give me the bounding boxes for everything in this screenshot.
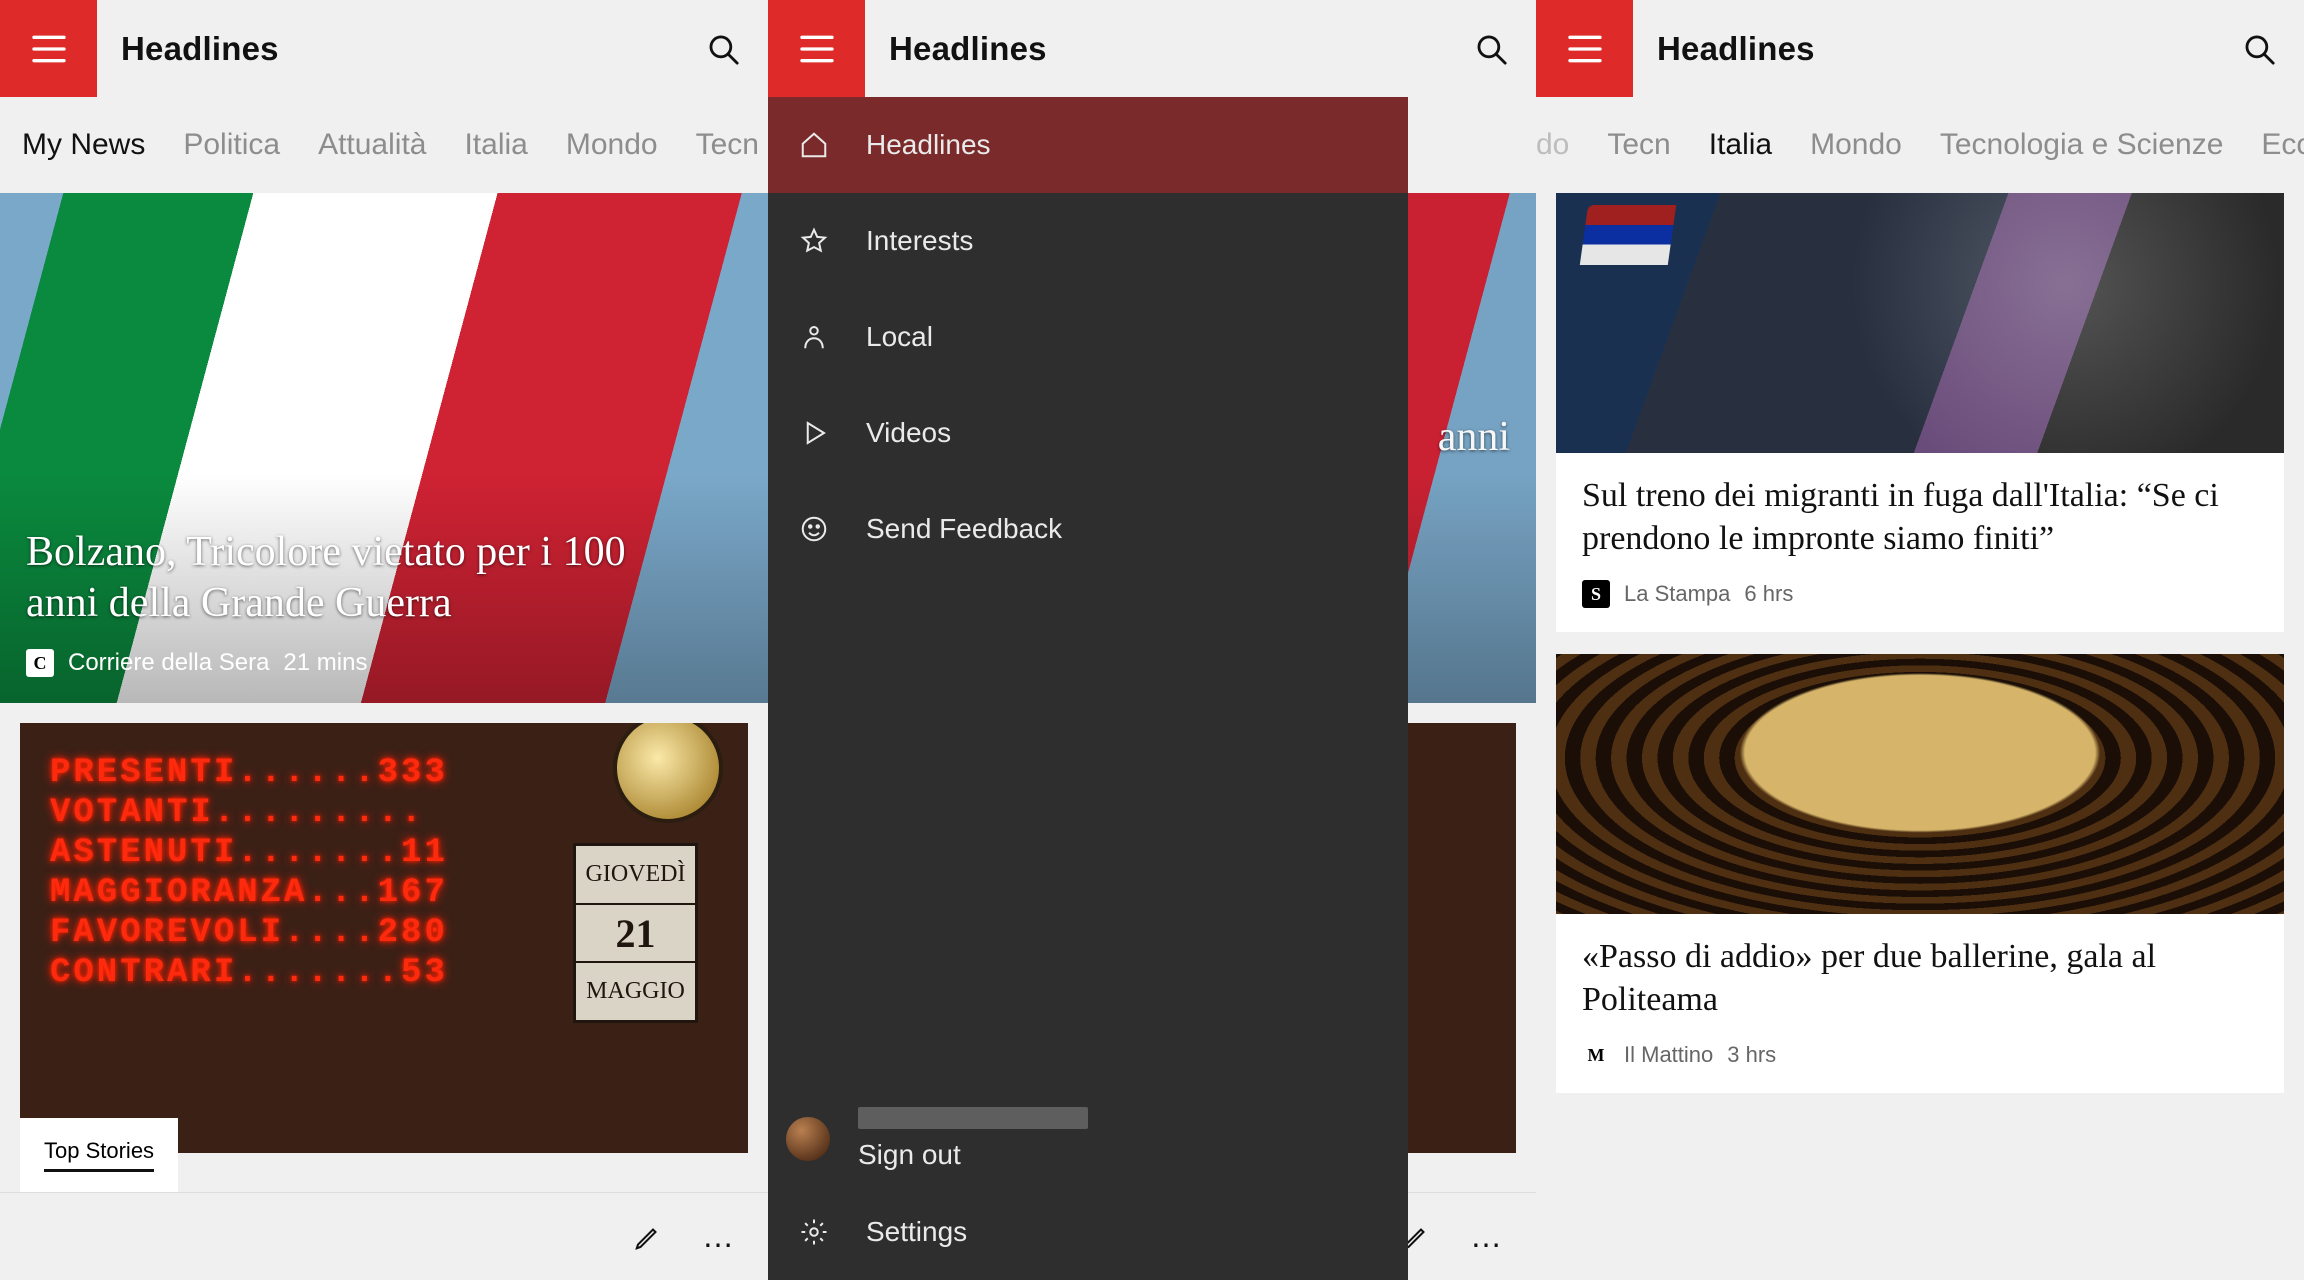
tab-strip: My News Politica Attualità Italia Mondo … bbox=[0, 97, 768, 193]
tab-strip: do Tecn Italia Mondo Tecnologia e Scienz… bbox=[1536, 97, 2304, 193]
more-button[interactable]: … bbox=[702, 1218, 738, 1255]
tab-tecn[interactable]: Tecn bbox=[1607, 128, 1670, 162]
panel-middle: Headlines anni Headlines Interests Local bbox=[768, 0, 1536, 1280]
tab-italia[interactable]: Italia bbox=[464, 128, 527, 162]
tab-tecnologia-scienze[interactable]: Tecnologia e Scienze bbox=[1940, 128, 2224, 162]
calendar-day: 21 bbox=[576, 905, 695, 964]
source-icon: C bbox=[26, 649, 54, 677]
clock-decor bbox=[613, 723, 723, 823]
panel-left: Headlines My News Politica Attualità Ita… bbox=[0, 0, 768, 1280]
news-card[interactable]: Sul treno dei migranti in fuga dall'Ital… bbox=[1556, 193, 2284, 632]
tab-politica[interactable]: Politica bbox=[183, 128, 280, 162]
tab-mondo[interactable]: Mondo bbox=[566, 128, 658, 162]
nav-label: Settings bbox=[866, 1216, 967, 1248]
card-title: Sul treno dei migranti in fuga dall'Ital… bbox=[1582, 475, 2258, 560]
calendar-dow: GIOVEDÌ bbox=[576, 846, 695, 905]
search-button[interactable] bbox=[1446, 0, 1536, 97]
home-icon bbox=[796, 130, 832, 160]
nav-label: Interests bbox=[866, 225, 973, 257]
card-meta: M Il Mattino 3 hrs bbox=[1582, 1041, 2258, 1069]
top-bar: Headlines bbox=[0, 0, 768, 97]
hamburger-icon bbox=[1565, 29, 1605, 69]
source-icon: M bbox=[1582, 1041, 1610, 1069]
nav-settings[interactable]: Settings bbox=[768, 1184, 1408, 1280]
hamburger-button[interactable] bbox=[1536, 0, 1633, 97]
card-image bbox=[1556, 654, 2284, 914]
hero-meta: C Corriere della Sera 21 mins bbox=[26, 649, 742, 677]
app-title: Headlines bbox=[1633, 30, 2214, 68]
search-button[interactable] bbox=[678, 0, 768, 97]
search-icon bbox=[2242, 32, 2276, 66]
pencil-icon bbox=[633, 1222, 663, 1252]
nav-drawer: Headlines Interests Local Videos Send Fe… bbox=[768, 97, 1408, 1280]
local-icon bbox=[796, 322, 832, 352]
hero-title: Bolzano, Tricolore vietato per i 100 ann… bbox=[26, 527, 685, 629]
card-meta: S La Stampa 6 hrs bbox=[1582, 580, 2258, 608]
search-icon bbox=[706, 32, 740, 66]
tab-mondo[interactable]: Mondo bbox=[1810, 128, 1902, 162]
article-vote-board[interactable]: PRESENTI......333 VOTANTI......... ASTEN… bbox=[20, 723, 748, 1153]
play-icon bbox=[796, 418, 832, 448]
card-source: Il Mattino bbox=[1624, 1042, 1713, 1068]
tab-my-news[interactable]: My News bbox=[22, 128, 145, 162]
nav-user-row[interactable]: Sign out bbox=[768, 1094, 1408, 1184]
app-title: Headlines bbox=[97, 30, 678, 68]
hamburger-icon bbox=[29, 29, 69, 69]
avatar bbox=[786, 1117, 830, 1161]
star-icon bbox=[796, 226, 832, 256]
sign-out-link[interactable]: Sign out bbox=[858, 1139, 1088, 1171]
top-bar: Headlines bbox=[768, 0, 1536, 97]
more-button[interactable]: … bbox=[1470, 1218, 1506, 1255]
nav-label: Videos bbox=[866, 417, 951, 449]
smile-icon bbox=[796, 514, 832, 544]
hero-source: Corriere della Sera bbox=[68, 649, 269, 677]
bottom-bar: … bbox=[0, 1192, 768, 1280]
news-card[interactable]: «Passo di addio» per due ballerine, gala… bbox=[1556, 654, 2284, 1093]
source-icon: S bbox=[1582, 580, 1610, 608]
nav-label: Local bbox=[866, 321, 933, 353]
hero-age: 21 mins bbox=[283, 649, 367, 677]
card-list: Sul treno dei migranti in fuga dall'Ital… bbox=[1536, 193, 2304, 1093]
nav-videos[interactable]: Videos bbox=[768, 385, 1408, 481]
search-icon bbox=[1474, 32, 1508, 66]
panel-right: Headlines do Tecn Italia Mondo Tecnologi… bbox=[1536, 0, 2304, 1280]
app-title: Headlines bbox=[865, 30, 1446, 68]
hamburger-icon bbox=[797, 29, 837, 69]
tab-economia[interactable]: Economia bbox=[2261, 128, 2304, 162]
card-age: 3 hrs bbox=[1727, 1042, 1776, 1068]
hamburger-button[interactable] bbox=[768, 0, 865, 97]
nav-interests[interactable]: Interests bbox=[768, 193, 1408, 289]
card-source: La Stampa bbox=[1624, 581, 1730, 607]
top-stories-label: Top Stories bbox=[44, 1138, 154, 1172]
hero-article[interactable]: Bolzano, Tricolore vietato per i 100 ann… bbox=[0, 193, 768, 703]
tab-fragment: do bbox=[1536, 128, 1569, 162]
nav-headlines[interactable]: Headlines bbox=[768, 97, 1408, 193]
vote-board-text: PRESENTI......333 VOTANTI......... ASTEN… bbox=[50, 753, 448, 993]
top-stories-chip[interactable]: Top Stories bbox=[20, 1118, 178, 1192]
top-bar: Headlines bbox=[1536, 0, 2304, 97]
nav-label: Send Feedback bbox=[866, 513, 1062, 545]
nav-label: Headlines bbox=[866, 129, 991, 161]
edit-button[interactable] bbox=[628, 1217, 668, 1257]
hamburger-button[interactable] bbox=[0, 0, 97, 97]
card-image bbox=[1556, 193, 2284, 453]
tab-tecn[interactable]: Tecn bbox=[696, 128, 759, 162]
gear-icon bbox=[796, 1217, 832, 1247]
calendar-card: GIOVEDÌ 21 MAGGIO bbox=[573, 843, 698, 1023]
calendar-month: MAGGIO bbox=[576, 963, 695, 1020]
tab-italia[interactable]: Italia bbox=[1709, 128, 1772, 162]
search-button[interactable] bbox=[2214, 0, 2304, 97]
nav-feedback[interactable]: Send Feedback bbox=[768, 481, 1408, 577]
tab-attualita[interactable]: Attualità bbox=[318, 128, 426, 162]
card-age: 6 hrs bbox=[1744, 581, 1793, 607]
nav-local[interactable]: Local bbox=[768, 289, 1408, 385]
user-name-redacted bbox=[858, 1107, 1088, 1129]
card-title: «Passo di addio» per due ballerine, gala… bbox=[1582, 936, 2258, 1021]
